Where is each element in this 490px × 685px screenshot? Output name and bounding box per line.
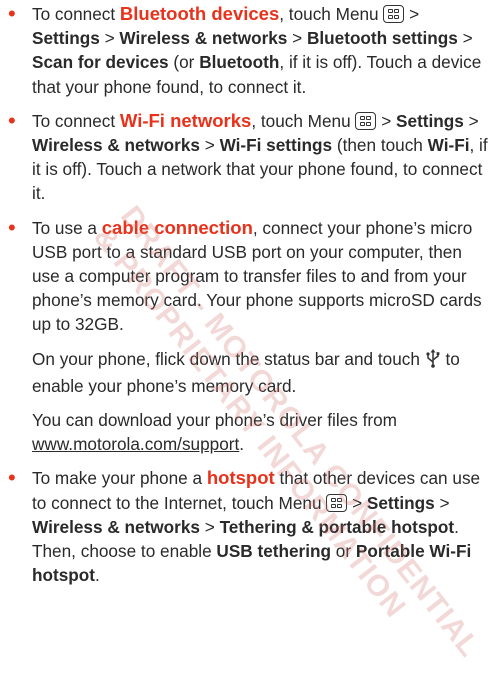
text: To connect	[32, 4, 120, 24]
paragraph-driver-files: You can download your phone’s driver fil…	[32, 408, 490, 456]
wireless-networks-label: Wireless & networks	[119, 28, 288, 49]
text: .	[239, 434, 245, 455]
wireless-networks-label: Wireless & networks	[32, 516, 200, 537]
bullet-icon: •	[8, 465, 16, 491]
text: To connect	[32, 110, 120, 131]
wifi-settings-label: Wi-Fi settings	[219, 135, 333, 156]
text: >	[99, 28, 120, 49]
text: To use a	[32, 217, 102, 238]
text: >	[347, 492, 367, 513]
text: >	[457, 28, 473, 49]
menu-key-icon	[383, 5, 405, 23]
text: , touch Menu	[251, 110, 356, 131]
text: You can download your phone’s driver fil…	[32, 410, 397, 431]
list-item-wifi: • To connect Wi-Fi networks, touch Menu …	[0, 107, 490, 206]
menu-key-icon	[355, 111, 377, 130]
settings-label: Settings	[396, 110, 464, 131]
bluetooth-label: Bluetooth	[199, 52, 280, 73]
menu-key-icon	[326, 493, 348, 512]
bullet-icon: •	[8, 107, 16, 133]
text: or	[331, 541, 356, 562]
settings-label: Settings	[366, 492, 435, 513]
wifi-label: Wi-Fi	[427, 135, 470, 156]
text: .	[95, 565, 100, 586]
text: >	[434, 492, 450, 513]
wifi-networks-heading: Wi-Fi networks	[119, 109, 252, 131]
text: >	[404, 4, 420, 24]
scan-for-devices-label: Scan for devices	[32, 52, 169, 73]
text: On your phone, flick down the status bar…	[32, 348, 425, 369]
paragraph-status-bar: On your phone, flick down the status bar…	[32, 347, 490, 398]
hotspot-heading: hotspot	[206, 467, 275, 489]
bluetooth-devices-heading: Bluetooth devices	[119, 3, 280, 24]
text: >	[199, 516, 220, 537]
text: >	[463, 110, 479, 131]
cable-connection-heading: cable connection	[101, 216, 253, 238]
document-page: • To connect Bluetooth devices, touch Me…	[0, 2, 490, 597]
text: >	[376, 110, 397, 131]
text: , touch Menu	[279, 4, 384, 24]
usb-tethering-label: USB tethering	[216, 541, 332, 562]
text: (or	[168, 52, 200, 73]
bullet-icon: •	[8, 214, 16, 240]
text: >	[287, 28, 307, 49]
list-item-cable: • To use a cable connection, connect you…	[0, 214, 490, 337]
wireless-networks-label: Wireless & networks	[32, 135, 200, 156]
list-item-bluetooth: • To connect Bluetooth devices, touch Me…	[0, 2, 490, 99]
text: (then touch	[332, 135, 428, 156]
text: To make your phone a	[32, 468, 207, 489]
text: >	[199, 135, 220, 156]
bullet-icon: •	[8, 1, 16, 26]
settings-label: Settings	[32, 28, 100, 49]
usb-icon	[425, 348, 441, 374]
tethering-hotspot-label: Tethering & portable hotspot	[219, 516, 455, 537]
list-item-hotspot: • To make your phone a hotspot that othe…	[0, 466, 490, 587]
support-link[interactable]: www.motorola.com/support	[32, 434, 239, 454]
bluetooth-settings-label: Bluetooth settings	[306, 28, 458, 49]
